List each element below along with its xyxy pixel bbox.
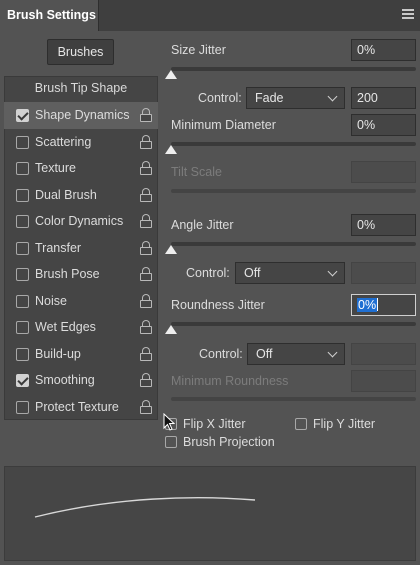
size-control-dropdown[interactable]: Fade: [246, 87, 345, 109]
option-checkbox[interactable]: [16, 321, 29, 334]
angle-jitter-slider-thumb[interactable]: [165, 245, 177, 254]
brush-option-wet-edges[interactable]: Wet Edges: [4, 314, 158, 341]
lock-icon[interactable]: [140, 134, 152, 149]
fade-steps-input[interactable]: 200: [351, 87, 416, 109]
option-label: Transfer: [35, 240, 82, 255]
minimum-roundness-input: [351, 370, 416, 392]
brush-option-dual-brush[interactable]: Dual Brush: [4, 182, 158, 209]
option-label: Smoothing: [35, 373, 95, 387]
lock-icon[interactable]: [140, 267, 152, 281]
option-label: Wet Edges: [35, 320, 96, 334]
brush-option-color-dynamics[interactable]: Color Dynamics: [4, 208, 158, 235]
roundness-jitter-slider-thumb[interactable]: [165, 325, 177, 334]
brush-option-shape-dynamics[interactable]: Shape Dynamics: [4, 102, 158, 129]
brush-option-texture[interactable]: Texture: [4, 155, 158, 182]
brush-option-brush-pose[interactable]: Brush Pose: [4, 261, 158, 288]
brush-option-noise[interactable]: Noise: [4, 288, 158, 315]
flip-y-jitter-checkbox[interactable]: [295, 418, 307, 430]
roundness-jitter-slider[interactable]: [171, 322, 416, 326]
lock-icon[interactable]: [140, 214, 152, 228]
size-jitter-slider-thumb[interactable]: [165, 70, 177, 79]
option-checkbox[interactable]: [16, 347, 29, 361]
brush-stroke-preview: [4, 466, 416, 561]
chevron-down-icon: [327, 347, 338, 358]
minimum-diameter-slider-thumb[interactable]: [165, 145, 177, 154]
roundness-jitter-selected-text: 0%: [357, 298, 378, 312]
option-label: Brush Pose: [35, 267, 100, 281]
tilt-scale-input: [351, 161, 416, 183]
mouse-cursor-icon: [163, 413, 175, 431]
option-label: Texture: [35, 161, 76, 175]
chevron-down-icon: [327, 91, 338, 102]
chevron-down-icon: [327, 266, 338, 277]
size-jitter-slider[interactable]: [171, 67, 416, 71]
roundness-control-dropdown[interactable]: Off: [247, 343, 345, 365]
minimum-diameter-input[interactable]: 0%: [351, 114, 416, 136]
lock-icon[interactable]: [140, 293, 152, 308]
option-checkbox[interactable]: [16, 215, 29, 228]
minimum-roundness-slider: [171, 397, 416, 401]
flip-y-jitter-label: Flip Y Jitter: [313, 417, 376, 431]
size-control-value: Fade: [255, 91, 284, 105]
option-checkbox[interactable]: [16, 241, 29, 255]
tab-brush-settings[interactable]: Brush Settings: [0, 0, 99, 31]
minimum-roundness-label: Minimum Roundness: [171, 374, 289, 388]
minimum-diameter-slider[interactable]: [171, 142, 416, 146]
flip-x-jitter-label: Flip X Jitter: [183, 417, 246, 431]
option-label: Scattering: [35, 134, 92, 149]
size-control-label: Control:: [198, 91, 242, 105]
size-jitter-label: Size Jitter: [171, 43, 226, 57]
size-jitter-input[interactable]: 0%: [351, 39, 416, 61]
brushes-button[interactable]: Brushes: [47, 39, 114, 65]
option-checkbox[interactable]: [16, 268, 29, 281]
option-checkbox[interactable]: [16, 374, 29, 387]
brush-projection-checkbox[interactable]: [165, 436, 177, 448]
lock-icon[interactable]: [140, 373, 152, 387]
minimum-diameter-label: Minimum Diameter: [171, 118, 276, 132]
lock-icon[interactable]: [140, 240, 152, 255]
option-label: Build-up: [35, 346, 81, 361]
angle-jitter-label: Angle Jitter: [171, 218, 234, 232]
option-label: Color Dynamics: [35, 214, 124, 228]
option-checkbox[interactable]: [16, 135, 29, 149]
option-checkbox[interactable]: [16, 162, 29, 175]
option-label: Dual Brush: [35, 187, 97, 202]
angle-control-value: Off: [244, 266, 261, 280]
option-label: Shape Dynamics: [35, 108, 130, 122]
angle-jitter-slider[interactable]: [171, 242, 416, 246]
brush-option-build-up[interactable]: Build-up: [4, 341, 158, 368]
stroke-preview-curve: [34, 497, 256, 518]
angle-jitter-input[interactable]: 0%: [351, 214, 416, 236]
roundness-jitter-label: Roundness Jitter: [171, 298, 265, 312]
angle-control-dropdown[interactable]: Off: [235, 262, 345, 284]
roundness-control-extra-input: [351, 343, 416, 365]
lock-icon[interactable]: [140, 108, 152, 122]
roundness-control-label: Control:: [199, 347, 243, 361]
roundness-control-value: Off: [256, 347, 273, 361]
brush-projection-label: Brush Projection: [183, 435, 275, 449]
brush-option-transfer[interactable]: Transfer: [4, 235, 158, 262]
panel-menu-icon[interactable]: [402, 9, 414, 19]
option-checkbox[interactable]: [16, 188, 29, 202]
option-label: Protect Texture: [35, 399, 119, 414]
lock-icon[interactable]: [140, 161, 152, 175]
angle-control-extra-input: [351, 262, 416, 284]
brush-option-scattering[interactable]: Scattering: [4, 129, 158, 156]
lock-icon[interactable]: [140, 320, 152, 334]
tilt-scale-label: Tilt Scale: [171, 165, 222, 179]
brush-tip-shape-item[interactable]: Brush Tip Shape: [4, 76, 158, 101]
brush-option-smoothing[interactable]: Smoothing: [4, 367, 158, 394]
lock-icon[interactable]: [140, 187, 152, 202]
tilt-scale-slider: [171, 189, 416, 193]
lock-icon[interactable]: [140, 399, 152, 414]
option-checkbox[interactable]: [16, 400, 29, 414]
brush-option-protect-texture[interactable]: Protect Texture: [4, 394, 158, 421]
roundness-jitter-input[interactable]: 0%: [351, 294, 416, 316]
angle-control-label: Control:: [186, 266, 230, 280]
option-checkbox[interactable]: [16, 109, 29, 122]
option-checkbox[interactable]: [16, 294, 29, 308]
option-label: Noise: [35, 293, 67, 308]
lock-icon[interactable]: [140, 346, 152, 361]
